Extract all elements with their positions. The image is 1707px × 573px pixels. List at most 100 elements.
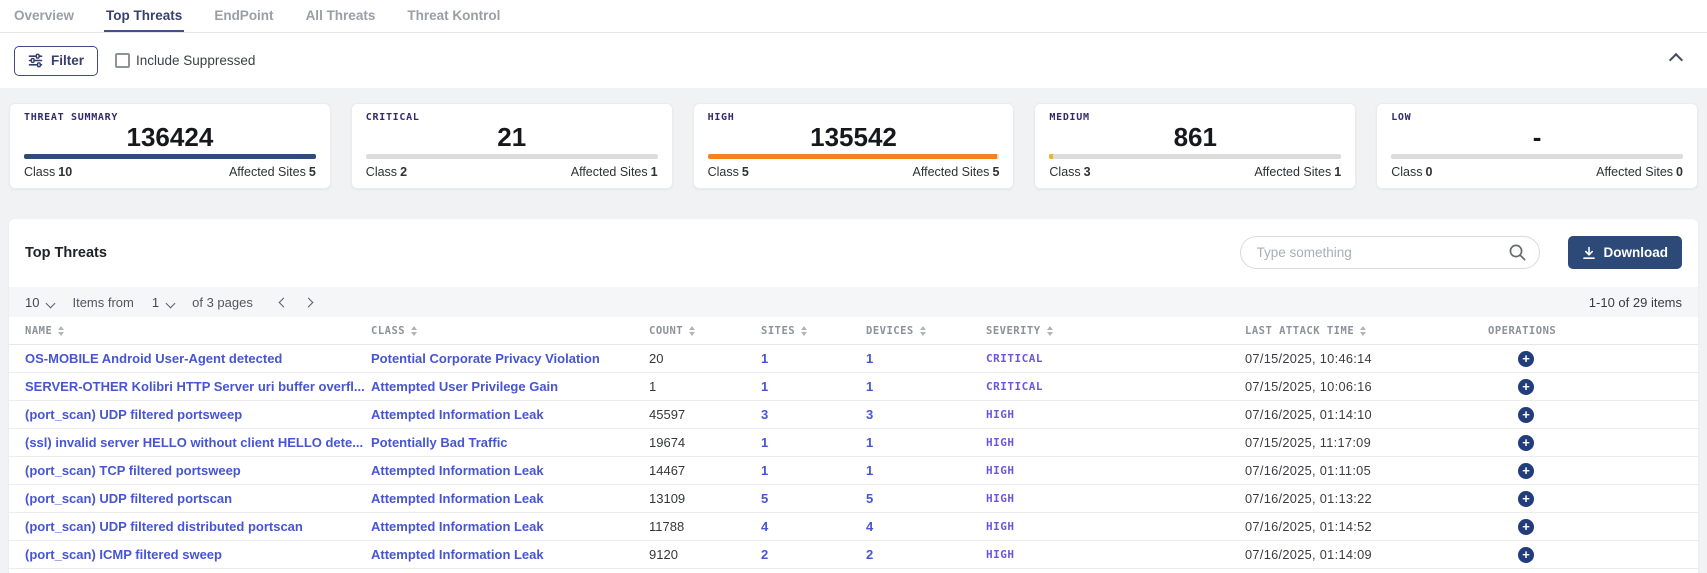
main-content: THREAT SUMMARY 136424 Class10 Affected S… <box>0 88 1707 573</box>
expand-row-button[interactable]: + <box>1518 491 1534 507</box>
filter-button[interactable]: Filter <box>14 46 98 76</box>
sites-link[interactable]: 1 <box>761 435 866 450</box>
sites-link[interactable]: 5 <box>761 491 866 506</box>
next-page-button[interactable] <box>296 299 321 306</box>
tab-overview[interactable]: Overview <box>12 0 76 32</box>
card-progress-track <box>1391 154 1683 159</box>
threat-class-link[interactable]: Attempted Information Leak <box>371 519 649 534</box>
table-row: (port_scan) UDP filtered distributed por… <box>9 513 1698 541</box>
last-attack-time-cell: 07/16/2025, 01:14:10 <box>1245 407 1488 422</box>
severity-cell[interactable]: HIGH <box>986 436 1245 449</box>
tab-threat-kontrol[interactable]: Threat Kontrol <box>405 0 502 32</box>
card-class-count: Class0 <box>1391 165 1432 179</box>
column-header-name[interactable]: NAME <box>25 325 371 337</box>
threat-class-link[interactable]: Attempted Information Leak <box>371 463 649 478</box>
sort-icon <box>1360 326 1366 336</box>
threat-name-link[interactable]: OS-MOBILE Android User-Agent detected <box>25 351 371 366</box>
devices-link[interactable]: 1 <box>866 435 986 450</box>
sort-icon <box>689 326 695 336</box>
sort-icon <box>920 326 926 336</box>
sites-link[interactable]: 4 <box>761 519 866 534</box>
severity-cell[interactable]: HIGH <box>986 464 1245 477</box>
threat-name-link[interactable]: (port_scan) ICMP filtered sweep <box>25 547 371 562</box>
devices-link[interactable]: 3 <box>866 407 986 422</box>
card-class-count: Class3 <box>1049 165 1090 179</box>
column-header-class[interactable]: CLASS <box>371 325 649 337</box>
severity-cell[interactable]: HIGH <box>986 548 1245 561</box>
expand-row-button[interactable]: + <box>1518 351 1534 367</box>
sites-link[interactable]: 3 <box>761 407 866 422</box>
last-attack-time-cell: 07/15/2025, 10:46:14 <box>1245 351 1488 366</box>
page-size-chevron-down-icon[interactable] <box>47 295 54 310</box>
column-header-devices[interactable]: DEVICES <box>866 325 986 337</box>
download-button[interactable]: Download <box>1568 236 1683 269</box>
card-value: 21 <box>366 124 658 151</box>
search-box <box>1240 236 1540 269</box>
devices-link[interactable]: 1 <box>866 463 986 478</box>
table-row: (port_scan) UDP filtered portsweep Attem… <box>9 401 1698 429</box>
expand-row-button[interactable]: + <box>1518 519 1534 535</box>
threat-name-link[interactable]: SERVER-OTHER Kolibri HTTP Server uri buf… <box>25 379 371 394</box>
page-chevron-down-icon[interactable] <box>167 295 174 310</box>
devices-link[interactable]: 2 <box>866 547 986 562</box>
tab-all-threats[interactable]: All Threats <box>304 0 378 32</box>
expand-row-button[interactable]: + <box>1518 379 1534 395</box>
sort-icon <box>58 326 64 336</box>
expand-row-button[interactable]: + <box>1518 435 1534 451</box>
pager-bar: 10 Items from 1 of 3 pages 1-10 of 29 it… <box>9 287 1698 317</box>
severity-cell[interactable]: HIGH <box>986 408 1245 421</box>
severity-cell[interactable]: CRITICAL <box>986 352 1245 365</box>
threat-name-link[interactable]: (port_scan) TCP filtered portsweep <box>25 463 371 478</box>
expand-row-button[interactable]: + <box>1518 547 1534 563</box>
tab-top-threats[interactable]: Top Threats <box>104 0 184 32</box>
devices-link[interactable]: 4 <box>866 519 986 534</box>
threat-name-link[interactable]: (ssl) invalid server HELLO without clien… <box>25 435 371 450</box>
threat-class-link[interactable]: Potential Corporate Privacy Violation <box>371 351 649 366</box>
threat-class-link[interactable]: Potentially Bad Traffic <box>371 435 649 450</box>
threat-name-link[interactable]: (port_scan) UDP filtered distributed por… <box>25 519 371 534</box>
expand-row-button[interactable]: + <box>1518 463 1534 479</box>
previous-page-button[interactable] <box>271 299 296 306</box>
column-header-last-attack-time[interactable]: LAST ATTACK TIME <box>1245 325 1488 337</box>
card-critical: CRITICAL 21 Class2 Affected Sites1 <box>351 103 673 189</box>
devices-link[interactable]: 1 <box>866 379 986 394</box>
sites-link[interactable]: 1 <box>761 463 866 478</box>
expand-row-button[interactable]: + <box>1518 407 1534 423</box>
threat-class-link[interactable]: Attempted Information Leak <box>371 547 649 562</box>
tab-endpoint[interactable]: EndPoint <box>212 0 275 32</box>
devices-link[interactable]: 1 <box>866 351 986 366</box>
severity-cell[interactable]: HIGH <box>986 520 1245 533</box>
card-progress-fill <box>24 154 316 159</box>
search-icon[interactable] <box>1508 243 1527 262</box>
column-header-sites[interactable]: SITES <box>761 325 866 337</box>
column-header-count[interactable]: COUNT <box>649 325 761 337</box>
table-column-headers: NAME CLASS COUNT SITES DEVICES SEVERITY <box>9 317 1698 345</box>
count-cell: 19674 <box>649 435 761 450</box>
count-cell: 20 <box>649 351 761 366</box>
card-value: - <box>1391 124 1683 151</box>
collapse-panel-button[interactable] <box>1671 51 1693 70</box>
severity-cell[interactable]: HIGH <box>986 492 1245 505</box>
card-progress-fill <box>708 154 998 159</box>
last-attack-time-cell: 07/15/2025, 11:17:09 <box>1245 435 1488 450</box>
sites-link[interactable]: 1 <box>761 351 866 366</box>
include-suppressed-control[interactable]: Include Suppressed <box>115 53 255 68</box>
page-size-select[interactable]: 10 <box>25 295 39 310</box>
search-input[interactable] <box>1240 236 1540 269</box>
page-select[interactable]: 1 <box>152 295 159 310</box>
threat-class-link[interactable]: Attempted User Privilege Gain <box>371 379 649 394</box>
sites-link[interactable]: 2 <box>761 547 866 562</box>
include-suppressed-checkbox[interactable] <box>115 53 130 68</box>
sites-link[interactable]: 1 <box>761 379 866 394</box>
threat-class-link[interactable]: Attempted Information Leak <box>371 491 649 506</box>
threat-name-link[interactable]: (port_scan) UDP filtered portscan <box>25 491 371 506</box>
threat-class-link[interactable]: Attempted Information Leak <box>371 407 649 422</box>
card-progress-track <box>1049 154 1341 159</box>
severity-cell[interactable]: CRITICAL <box>986 380 1245 393</box>
devices-link[interactable]: 5 <box>866 491 986 506</box>
threat-name-link[interactable]: (port_scan) UDP filtered portsweep <box>25 407 371 422</box>
filter-button-label: Filter <box>51 53 84 68</box>
download-button-label: Download <box>1604 245 1669 260</box>
column-header-severity[interactable]: SEVERITY <box>986 325 1245 337</box>
column-header-operations: OPERATIONS <box>1488 325 1682 337</box>
